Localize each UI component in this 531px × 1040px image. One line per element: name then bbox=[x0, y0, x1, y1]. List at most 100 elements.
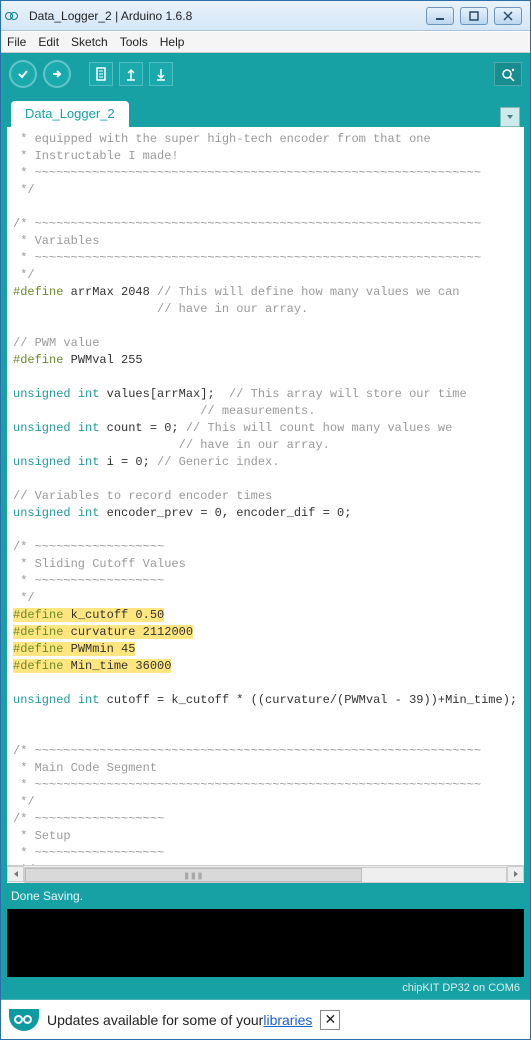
board-port-label: chipKIT DP32 on COM6 bbox=[402, 982, 520, 994]
code-token: arrMax 2048 bbox=[63, 285, 157, 299]
code-token: #define bbox=[13, 659, 63, 673]
code-line: * ~~~~~~~~~~~~~~~~~~~~~~~~~~~~~~~~~~~~~~… bbox=[13, 166, 481, 180]
code-token: #define bbox=[13, 353, 63, 367]
status-bar: Done Saving. bbox=[1, 883, 530, 909]
app-window: Data_Logger_2 | Arduino 1.6.8 File Edit … bbox=[0, 0, 531, 1040]
code-line: * ~~~~~~~~~~~~~~~~~~ bbox=[13, 574, 164, 588]
code-line: * Variables bbox=[13, 234, 99, 248]
code-token: PWMmin 45 bbox=[63, 642, 135, 656]
code-token bbox=[71, 387, 78, 401]
minimize-button[interactable] bbox=[426, 7, 454, 25]
code-line: */ bbox=[13, 795, 35, 809]
verify-button[interactable] bbox=[9, 60, 37, 88]
menu-help[interactable]: Help bbox=[160, 35, 185, 49]
arduino-logo-icon bbox=[9, 1005, 39, 1035]
code-line: * Sliding Cutoff Values bbox=[13, 557, 186, 571]
code-line: // have in our array. bbox=[13, 302, 308, 316]
tabbar: Data_Logger_2 bbox=[1, 95, 530, 127]
arduino-app-icon bbox=[5, 12, 23, 20]
code-line: * ~~~~~~~~~~~~~~~~~~~~~~~~~~~~~~~~~~~~~~… bbox=[13, 251, 481, 265]
code-line: * ~~~~~~~~~~~~~~~~~~~~~~~~~~~~~~~~~~~~~~… bbox=[13, 778, 481, 792]
code-token: #define bbox=[13, 608, 63, 622]
notification-text: Updates available for some of your bbox=[47, 1012, 263, 1028]
code-line: * Setup bbox=[13, 829, 71, 843]
console-output[interactable] bbox=[1, 909, 530, 977]
code-token: int bbox=[78, 693, 100, 707]
board-info-strip: chipKIT DP32 on COM6 bbox=[1, 977, 530, 999]
editor-wrap: * equipped with the super high-tech enco… bbox=[1, 127, 530, 883]
code-line: /* ~~~~~~~~~~~~~~~~~~~~~~~~~~~~~~~~~~~~~… bbox=[13, 217, 481, 231]
code-token: unsigned bbox=[13, 387, 71, 401]
maximize-button[interactable] bbox=[460, 7, 488, 25]
close-button[interactable] bbox=[494, 7, 522, 25]
code-token: curvature 2112000 bbox=[63, 625, 193, 639]
code-editor[interactable]: * equipped with the super high-tech enco… bbox=[7, 127, 524, 865]
menubar: File Edit Sketch Tools Help bbox=[1, 31, 530, 53]
update-notification: Updates available for some of your libra… bbox=[1, 999, 530, 1039]
code-token: unsigned bbox=[13, 693, 71, 707]
window-controls bbox=[426, 7, 522, 25]
code-token: cutoff = k_cutoff * ((curvature/(PWMval … bbox=[99, 693, 517, 707]
code-line: /* ~~~~~~~~~~~~~~~~~~ bbox=[13, 540, 164, 554]
code-line: * ~~~~~~~~~~~~~~~~~~ bbox=[13, 846, 164, 860]
scroll-right-button[interactable] bbox=[507, 866, 524, 882]
code-token: // This will define how many values we c… bbox=[157, 285, 459, 299]
code-line: // Variables to record encoder times bbox=[13, 489, 272, 503]
code-token bbox=[71, 421, 78, 435]
menu-tools[interactable]: Tools bbox=[120, 35, 148, 49]
tab-dropdown-button[interactable] bbox=[500, 107, 520, 127]
toolbar bbox=[1, 53, 530, 95]
code-line: /* ~~~~~~~~~~~~~~~~~~~~~~~~~~~~~~~~~~~~~… bbox=[13, 744, 481, 758]
code-token: // Generic index. bbox=[157, 455, 279, 469]
code-token: PWMval 255 bbox=[63, 353, 142, 367]
open-sketch-button[interactable] bbox=[119, 62, 143, 86]
new-sketch-button[interactable] bbox=[89, 62, 113, 86]
code-line: * Instructable I made! bbox=[13, 149, 179, 163]
code-token: count = 0; bbox=[99, 421, 185, 435]
code-token: encoder_prev = 0, encoder_dif = 0; bbox=[99, 506, 351, 520]
code-line: // PWM value bbox=[13, 336, 99, 350]
code-token: unsigned bbox=[13, 421, 71, 435]
tab-data-logger-2[interactable]: Data_Logger_2 bbox=[11, 101, 129, 127]
code-token: int bbox=[78, 506, 100, 520]
code-token: int bbox=[78, 387, 100, 401]
code-token: #define bbox=[13, 625, 63, 639]
code-token: unsigned bbox=[13, 455, 71, 469]
code-line: */ bbox=[13, 591, 35, 605]
code-token: k_cutoff 0.50 bbox=[63, 608, 164, 622]
code-token: int bbox=[78, 421, 100, 435]
code-token bbox=[71, 693, 78, 707]
menu-edit[interactable]: Edit bbox=[38, 35, 59, 49]
serial-monitor-button[interactable] bbox=[494, 62, 522, 86]
code-token: unsigned bbox=[13, 506, 71, 520]
code-line: * Main Code Segment bbox=[13, 761, 157, 775]
save-sketch-button[interactable] bbox=[149, 62, 173, 86]
code-token: // This will count how many values we bbox=[186, 421, 452, 435]
code-line: */ bbox=[13, 183, 35, 197]
code-token: Min_time 36000 bbox=[63, 659, 171, 673]
window-title: Data_Logger_2 | Arduino 1.6.8 bbox=[23, 9, 426, 23]
scroll-thumb[interactable] bbox=[25, 868, 362, 882]
code-token bbox=[71, 506, 78, 520]
menu-sketch[interactable]: Sketch bbox=[71, 35, 108, 49]
close-notification-button[interactable]: ✕ bbox=[320, 1010, 340, 1030]
horizontal-scrollbar[interactable] bbox=[7, 865, 524, 883]
code-token: i = 0; bbox=[99, 455, 157, 469]
code-line: // measurements. bbox=[13, 404, 315, 418]
status-message: Done Saving. bbox=[11, 889, 83, 903]
code-token: int bbox=[78, 455, 100, 469]
code-token: #define bbox=[13, 642, 63, 656]
code-token: #define bbox=[13, 285, 63, 299]
scroll-track[interactable] bbox=[24, 867, 507, 883]
code-token bbox=[71, 455, 78, 469]
code-line: */ bbox=[13, 268, 35, 282]
upload-button[interactable] bbox=[43, 60, 71, 88]
code-token: values[arrMax]; bbox=[99, 387, 229, 401]
code-line: /* ~~~~~~~~~~~~~~~~~~ bbox=[13, 812, 164, 826]
code-line: * equipped with the super high-tech enco… bbox=[13, 132, 431, 146]
menu-file[interactable]: File bbox=[7, 35, 26, 49]
titlebar: Data_Logger_2 | Arduino 1.6.8 bbox=[1, 1, 530, 31]
scroll-left-button[interactable] bbox=[7, 866, 24, 882]
code-line: // have in our array. bbox=[13, 438, 330, 452]
libraries-link[interactable]: libraries bbox=[263, 1012, 312, 1028]
